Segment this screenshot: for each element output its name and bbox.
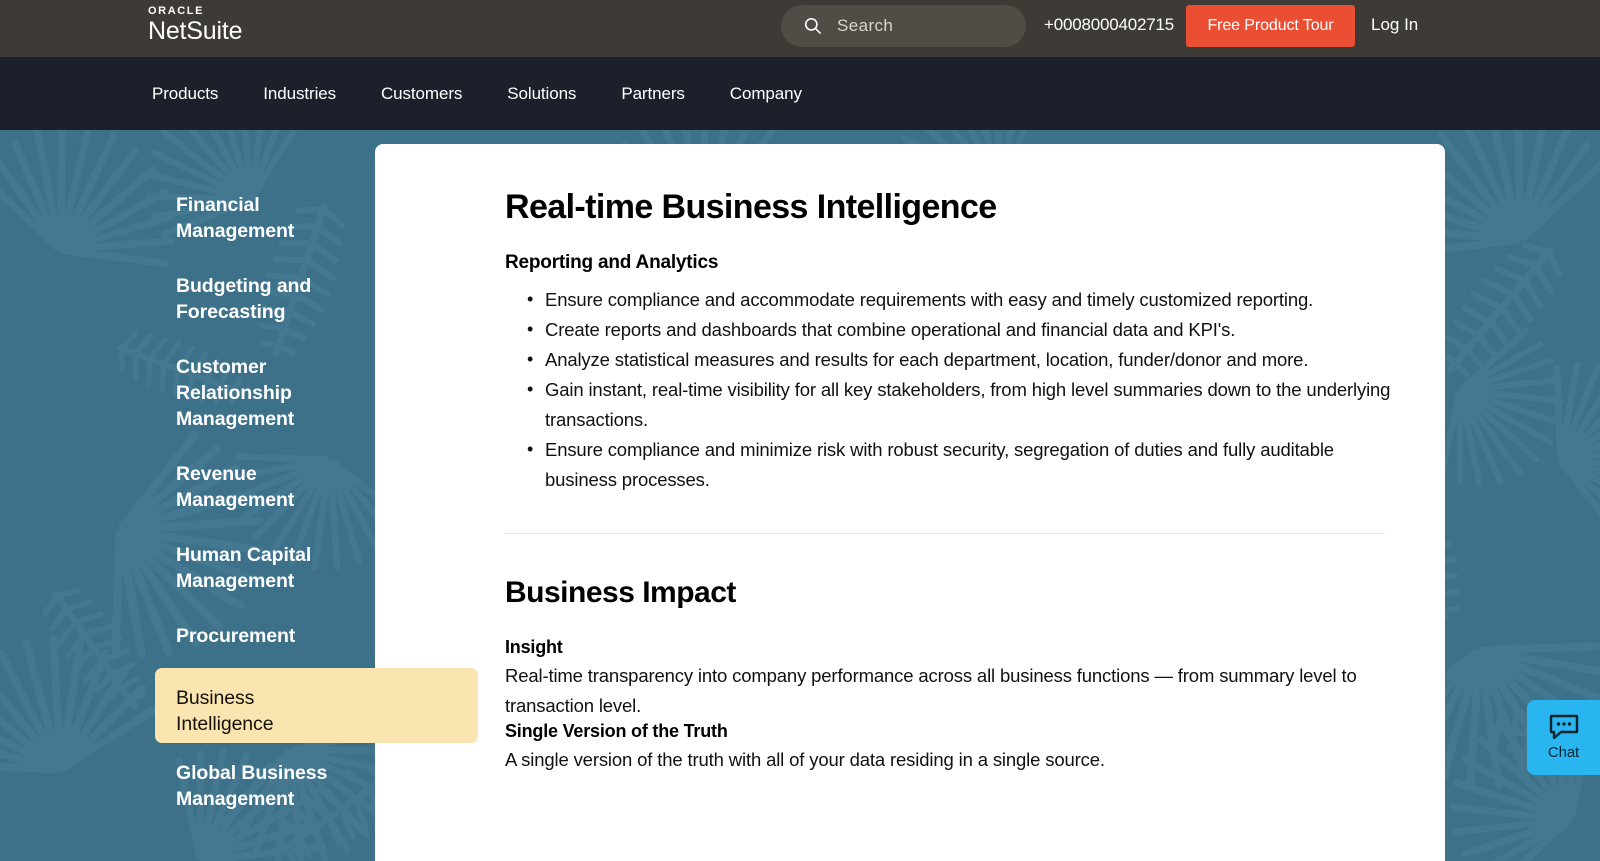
list-item: Create reports and dashboards that combi… [505, 314, 1405, 345]
list-item: Ensure compliance and accommodate requir… [505, 284, 1405, 315]
page-title: Real-time Business Intelligence [505, 188, 997, 226]
sidebar-item-procurement[interactable]: Procurement [176, 623, 366, 649]
netsuite-wordmark: NetSuite [148, 17, 243, 45]
chat-label: Chat [1547, 744, 1580, 761]
search-box[interactable] [781, 5, 1026, 47]
phone-number[interactable]: +0008000402715 [1044, 15, 1174, 35]
search-input[interactable] [837, 16, 997, 36]
product-sidebar: Financial Management Budgeting and Forec… [0, 130, 375, 861]
business-impact-entry-insight: Insight Real-time transparency into comp… [505, 637, 1405, 721]
reporting-analytics-heading: Reporting and Analytics [505, 252, 719, 274]
sidebar-item-revenue-management[interactable]: Revenue Management [176, 461, 366, 513]
impact-text: Real-time transparency into company perf… [505, 665, 1357, 717]
list-item: Gain instant, real-time visibility for a… [505, 374, 1405, 435]
sidebar-item-business-intelligence[interactable]: Business Intelligence [155, 668, 478, 743]
chat-widget[interactable]: Chat [1527, 700, 1600, 775]
sidebar-item-human-capital-management[interactable]: Human Capital Management [176, 542, 366, 594]
main-navigation: Products Industries Customers Solutions … [0, 57, 1600, 130]
nav-item-partners[interactable]: Partners [621, 84, 685, 104]
list-item: Ensure compliance and minimize risk with… [505, 434, 1405, 495]
content-inner: Real-time Business Intelligence Reportin… [505, 188, 1405, 775]
nav-item-industries[interactable]: Industries [263, 84, 336, 104]
log-in-link[interactable]: Log In [1371, 15, 1418, 35]
chat-bubble-icon [1549, 714, 1578, 740]
free-product-tour-button[interactable]: Free Product Tour [1186, 5, 1355, 47]
sidebar-item-budgeting-forecasting[interactable]: Budgeting and Forecasting [176, 273, 366, 325]
impact-label: Single Version of the Truth [505, 721, 728, 742]
nav-item-products[interactable]: Products [152, 84, 218, 104]
nav-item-solutions[interactable]: Solutions [507, 84, 576, 104]
sidebar-item-global-business-management[interactable]: Global Business Management [176, 760, 366, 812]
section-divider [505, 533, 1385, 535]
oracle-netsuite-logo[interactable]: ORACLE NetSuite [148, 6, 242, 44]
sidebar-item-financial-management[interactable]: Financial Management [176, 192, 366, 244]
top-utility-bar: ORACLE NetSuite +0008000402715 Free Prod… [0, 0, 1600, 57]
business-impact-heading: Business Impact [505, 576, 736, 610]
reporting-analytics-list: Ensure compliance and accommodate requir… [505, 284, 1405, 495]
oracle-wordmark: ORACLE [148, 5, 205, 17]
nav-item-company[interactable]: Company [730, 84, 802, 104]
nav-item-customers[interactable]: Customers [381, 84, 462, 104]
sidebar-item-label: Business Intelligence [176, 687, 274, 735]
business-impact-entry-single-version-of-the-truth: Single Version of the Truth A single ver… [505, 721, 1405, 775]
content-card: Real-time Business Intelligence Reportin… [375, 144, 1445, 861]
list-item: Analyze statistical measures and results… [505, 344, 1405, 375]
sidebar-item-customer-relationship-management[interactable]: Customer Relationship Management [176, 354, 366, 432]
impact-text: A single version of the truth with all o… [505, 749, 1105, 771]
search-icon [804, 17, 821, 34]
impact-label: Insight [505, 637, 563, 658]
